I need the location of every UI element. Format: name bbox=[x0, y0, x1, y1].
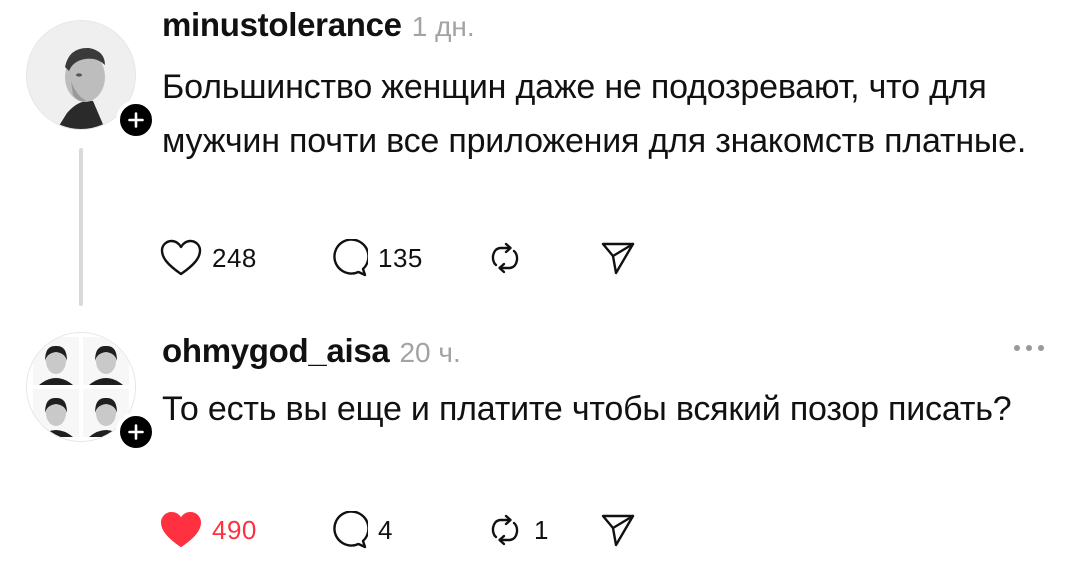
post-header: minustolerance 1 дн. bbox=[162, 6, 475, 44]
like-button[interactable]: 490 bbox=[160, 511, 330, 549]
thread-post: minustolerance 1 дн. Большинство женщин … bbox=[0, 0, 1080, 320]
heart-filled-icon bbox=[161, 512, 201, 547]
repost-arrows-icon bbox=[491, 514, 519, 546]
follow-button[interactable] bbox=[116, 100, 156, 140]
send-paper-plane-icon bbox=[601, 242, 635, 275]
post-actions: 490 4 1 bbox=[160, 510, 650, 550]
more-dots-icon bbox=[1038, 345, 1044, 351]
more-dots-icon bbox=[1026, 345, 1032, 351]
repost-arrows-icon bbox=[491, 242, 519, 274]
like-count: 248 bbox=[212, 242, 257, 273]
repost-count: 1 bbox=[534, 514, 549, 545]
thread-connector-line bbox=[79, 148, 83, 306]
share-button[interactable] bbox=[600, 240, 650, 276]
more-dots-icon bbox=[1014, 345, 1020, 351]
post-actions: 248 135 bbox=[160, 238, 650, 278]
share-button[interactable] bbox=[600, 512, 650, 548]
plus-icon bbox=[128, 112, 144, 128]
repost-button[interactable]: 1 bbox=[486, 511, 600, 549]
speech-bubble-icon bbox=[333, 511, 368, 549]
author-avatar-group[interactable] bbox=[26, 20, 156, 140]
thread-post: ohmygod_aisa 20 ч. То есть вы еще и плат… bbox=[0, 320, 1080, 570]
speech-bubble-icon bbox=[333, 239, 368, 277]
comment-button[interactable]: 135 bbox=[330, 239, 486, 277]
post-header: ohmygod_aisa 20 ч. bbox=[162, 332, 461, 370]
follow-button[interactable] bbox=[116, 412, 156, 452]
heart-outline-icon bbox=[160, 239, 202, 276]
post-timestamp[interactable]: 20 ч. bbox=[399, 337, 460, 369]
post-text: Большинство женщин даже не подозревают, … bbox=[162, 68, 1027, 160]
post-timestamp[interactable]: 1 дн. bbox=[412, 11, 475, 43]
post-text: То есть вы еще и платите чтобы всякий по… bbox=[162, 390, 1012, 428]
author-avatar-group[interactable] bbox=[26, 332, 156, 452]
comment-count: 4 bbox=[378, 514, 393, 545]
plus-icon bbox=[128, 424, 144, 440]
username[interactable]: ohmygod_aisa bbox=[162, 332, 390, 370]
like-button[interactable]: 248 bbox=[160, 239, 330, 277]
username[interactable]: minustolerance bbox=[162, 6, 402, 44]
repost-button[interactable] bbox=[486, 239, 600, 277]
send-paper-plane-icon bbox=[601, 514, 635, 547]
comment-count: 135 bbox=[378, 242, 423, 273]
like-count: 490 bbox=[212, 514, 257, 545]
comment-button[interactable]: 4 bbox=[330, 511, 486, 549]
more-options-button[interactable] bbox=[1014, 336, 1044, 360]
